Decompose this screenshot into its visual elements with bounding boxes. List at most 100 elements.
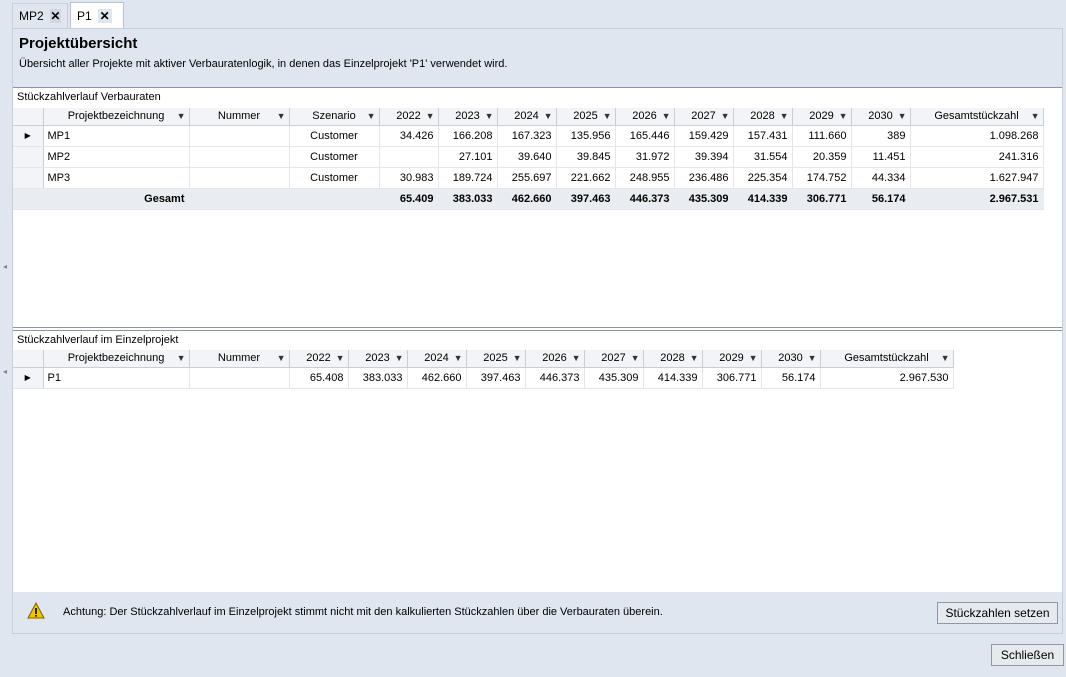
year-value-cell: 31.972 [615,146,675,168]
tab-p1[interactable]: P1 ✕ [70,2,124,29]
column-header-label: 2029 [719,352,744,365]
upper-grid: Projektbezeichnung ▼ Nummer ▼ Szenario ▼ 2022 ▼… [13,108,1044,210]
filter-icon[interactable]: ▼ [177,111,186,121]
table-row[interactable]: ▶ MP1 Customer 34.426 166.208 167.323 135.956 1… [13,125,1044,147]
filter-icon[interactable]: ▼ [454,353,463,363]
year-value-cell: 20.359 [792,146,852,168]
total-cell: 241.316 [910,146,1044,168]
year-value-cell: 39.845 [556,146,616,168]
filter-icon[interactable]: ▼ [1031,111,1040,121]
filter-icon[interactable]: ▼ [485,111,494,121]
column-header-label: Projektbezeichnung [67,352,165,365]
column-header[interactable]: Nummer ▼ [189,108,290,126]
column-header[interactable]: 2022 ▼ [289,350,349,368]
filter-icon[interactable]: ▼ [690,353,699,363]
filter-icon[interactable]: ▼ [898,111,907,121]
table-row[interactable]: ▶ P1 65.408 383.033 462.660 397.463 446.373 435… [13,367,954,389]
column-header[interactable]: 2027 ▼ [584,350,644,368]
column-header[interactable]: 2023 ▼ [348,350,408,368]
year-value-cell: 165.446 [615,125,675,147]
filter-icon[interactable]: ▼ [839,111,848,121]
filter-icon[interactable]: ▼ [277,353,286,363]
filter-icon[interactable]: ▼ [336,353,345,363]
filter-icon[interactable]: ▼ [277,111,286,121]
filter-icon[interactable]: ▼ [603,111,612,121]
year-value-cell: 397.463 [466,367,526,389]
year-value-cell: 39.640 [497,146,557,168]
column-header[interactable]: Projektbezeichnung ▼ [43,350,190,368]
filter-icon[interactable]: ▼ [395,353,404,363]
column-header-label: Gesamtstückzahl [934,110,1019,123]
column-header[interactable]: 2025 ▼ [556,108,616,126]
total-row: Gesamt 65.409 383.033 462.660 397.463 446.373… [13,188,1044,210]
column-header[interactable]: 2025 ▼ [466,350,526,368]
column-header[interactable]: Nummer ▼ [189,350,290,368]
column-header[interactable]: Gesamtstückzahl ▼ [820,350,954,368]
column-header[interactable]: Gesamtstückzahl ▼ [910,108,1044,126]
column-header[interactable]: Szenario ▼ [289,108,380,126]
column-header[interactable]: 2023 ▼ [438,108,498,126]
total-cell: 1.098.268 [910,125,1044,147]
filter-icon[interactable]: ▼ [367,111,376,121]
column-header[interactable]: 2026 ▼ [525,350,585,368]
row-selector[interactable]: ▶ [13,367,44,389]
row-selector[interactable] [13,167,44,189]
close-icon[interactable]: ✕ [49,9,61,23]
table-row[interactable]: MP2 Customer 27.101 39.640 39.845 31.972 39.39… [13,146,1044,168]
tab-strip: MP2 ✕ P1 ✕ [0,0,1066,29]
column-header[interactable]: 2024 ▼ [407,350,467,368]
total-year-value: 383.033 [438,188,498,210]
column-header[interactable]: 2026 ▼ [615,108,675,126]
column-header[interactable]: 2030 ▼ [761,350,821,368]
total-year-value: 446.373 [615,188,675,210]
filter-icon[interactable]: ▼ [631,353,640,363]
filter-icon[interactable]: ▼ [572,353,581,363]
column-header[interactable]: 2029 ▼ [792,108,852,126]
project-name-cell: MP1 [43,125,190,147]
page-title: Projektübersicht [19,35,138,52]
filter-icon[interactable]: ▼ [662,111,671,121]
number-cell [189,125,290,147]
lower-section-title: Stückzahlverlauf im Einzelprojekt [17,334,179,346]
year-value-cell: 167.323 [497,125,557,147]
total-year-value: 397.463 [556,188,616,210]
collapse-handle-icon[interactable]: ◂ [3,367,9,377]
row-selector[interactable] [13,146,44,168]
number-cell [189,146,290,168]
splitter[interactable] [13,327,1062,331]
column-header[interactable]: 2027 ▼ [674,108,734,126]
column-header[interactable]: 2022 ▼ [379,108,439,126]
year-value-cell: 462.660 [407,367,467,389]
table-row[interactable]: MP3 Customer 30.983 189.724 255.697 221.662 24… [13,167,1044,189]
year-value-cell: 306.771 [702,367,762,389]
filter-icon[interactable]: ▼ [177,353,186,363]
column-header[interactable]: Projektbezeichnung ▼ [43,108,190,126]
year-value-cell: 255.697 [497,167,557,189]
filter-icon[interactable]: ▼ [721,111,730,121]
grand-total: 2.967.531 [910,188,1044,210]
filter-icon[interactable]: ▼ [808,353,817,363]
filter-icon[interactable]: ▼ [426,111,435,121]
total-year-value: 462.660 [497,188,557,210]
tab-mp2[interactable]: MP2 ✕ [12,3,68,28]
tab-label: MP2 [19,9,44,23]
filter-icon[interactable]: ▼ [544,111,553,121]
column-header-label: 2028 [660,352,685,365]
column-header[interactable]: 2028 ▼ [643,350,703,368]
set-quantities-button[interactable]: Stückzahlen setzen [937,602,1058,624]
filter-icon[interactable]: ▼ [749,353,758,363]
row-selector[interactable]: ▶ [13,125,44,147]
column-header[interactable]: 2029 ▼ [702,350,762,368]
tab-label: P1 [77,9,92,23]
filter-icon[interactable]: ▼ [941,353,950,363]
collapse-handle-icon[interactable]: ◂ [3,262,9,272]
column-header[interactable]: 2024 ▼ [497,108,557,126]
column-header[interactable]: 2030 ▼ [851,108,911,126]
column-header[interactable]: 2028 ▼ [733,108,793,126]
year-value-cell: 221.662 [556,167,616,189]
column-header-label: 2023 [365,352,390,365]
close-icon[interactable]: ✕ [97,9,112,23]
filter-icon[interactable]: ▼ [780,111,789,121]
close-button[interactable]: Schließen [991,644,1064,666]
filter-icon[interactable]: ▼ [513,353,522,363]
